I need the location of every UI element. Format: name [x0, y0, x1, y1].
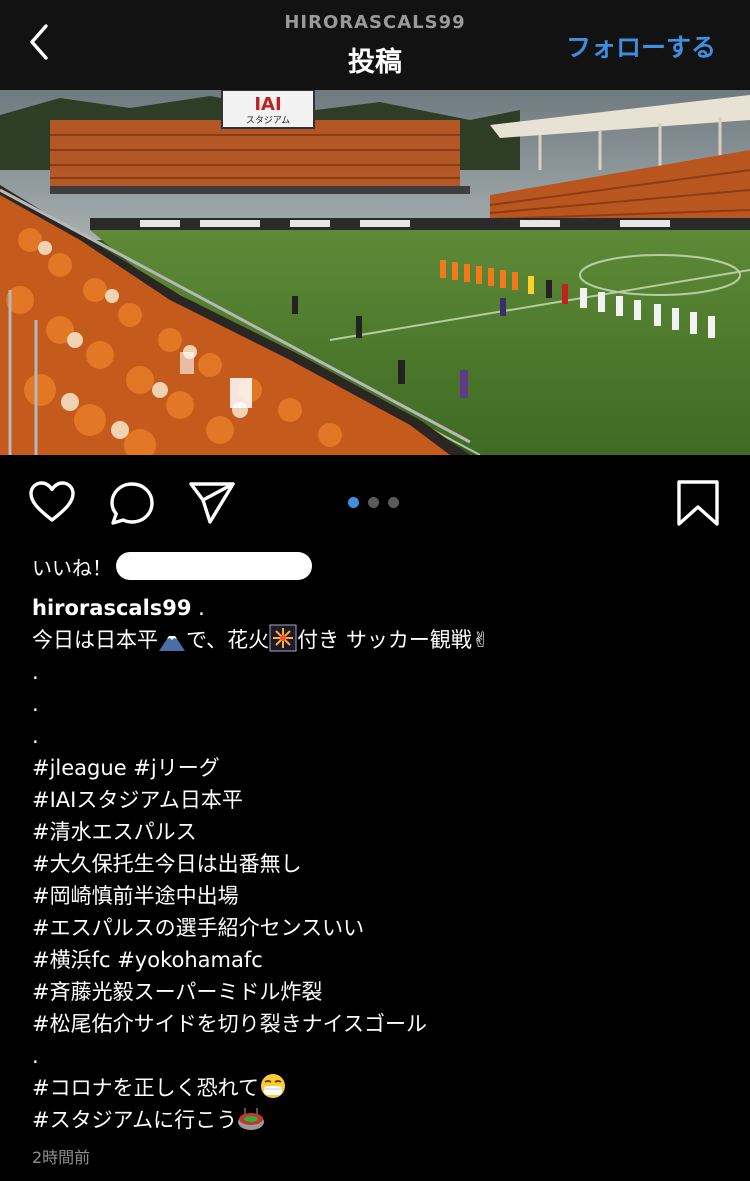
post-action-bar [0, 455, 750, 550]
stadium-photo-image: IAI スタジアム [0, 90, 750, 455]
caption-dot: . [32, 660, 39, 684]
caption-username[interactable]: hirorascals99 [32, 596, 192, 620]
mount-fuji-icon [159, 636, 185, 651]
fireworks-icon [269, 624, 297, 652]
redacted-liker-names [116, 552, 312, 580]
post-timestamp: 2時間前 [32, 1148, 91, 1167]
hashtag-line[interactable]: #岡崎慎前半途中出場 [32, 880, 722, 912]
hashtag-stadium[interactable]: #スタジアムに行こう [32, 1108, 237, 1132]
hashtag-line[interactable]: #エスパルスの選手紹介センスいい [32, 912, 722, 944]
speech-bubble-icon[interactable] [108, 480, 156, 528]
caption-dot: . [32, 1044, 39, 1068]
hashtag-line[interactable]: #IAIスタジアム日本平 [32, 784, 722, 816]
scoreboard-subtext: スタジアム [246, 115, 290, 126]
hashtag-line[interactable]: #松尾佑介サイドを切り裂きナイスゴール [32, 1008, 722, 1040]
post-caption: hirorascals99 . 今日は日本平 で、花火 付き サッカー観戦✌ . .… [32, 592, 722, 1136]
caption-username-suffix: . [191, 596, 205, 620]
hashtag-line[interactable]: #斉藤光毅スーパーミドル炸裂 [32, 976, 722, 1008]
carousel-dot-3 [388, 497, 399, 508]
hashtag-line[interactable]: #清水エスパルス [32, 816, 722, 848]
heart-outline-icon[interactable] [28, 480, 76, 524]
post-photo[interactable]: IAI スタジアム [0, 90, 750, 455]
caption-dot: . [32, 724, 39, 748]
hashtag-line[interactable]: #横浜fc #yokohamafc [32, 944, 722, 976]
hashtag-line[interactable]: #大久保托生今日は出番無し [32, 848, 722, 880]
scoreboard-text: IAI [254, 94, 281, 115]
bookmark-icon[interactable] [676, 479, 720, 527]
hashtag-corona[interactable]: #コロナを正しく恐れて [32, 1076, 259, 1100]
caption-dot: . [32, 692, 39, 716]
paper-plane-icon[interactable] [188, 481, 236, 525]
follow-button[interactable]: フォローする [566, 28, 716, 64]
face-with-mask-icon [260, 1074, 285, 1098]
carousel-dot-2 [368, 497, 379, 508]
caption-text: 付き サッカー観戦 [297, 628, 472, 652]
likes-row[interactable]: いいね！ [32, 550, 312, 582]
top-nav-bar: HIRORASCALS99 投稿 フォローする [0, 0, 750, 90]
carousel-dot-1 [348, 497, 359, 508]
stadium-icon [238, 1108, 265, 1130]
victory-hand-icon: ✌ [471, 628, 490, 652]
carousel-indicator [348, 497, 408, 509]
caption-text: 今日は日本平 [32, 628, 158, 652]
caption-text: で、花火 [186, 628, 270, 652]
hashtag-line[interactable]: #jleague #jリーグ [32, 752, 722, 784]
likes-label: いいね！ [32, 555, 112, 580]
